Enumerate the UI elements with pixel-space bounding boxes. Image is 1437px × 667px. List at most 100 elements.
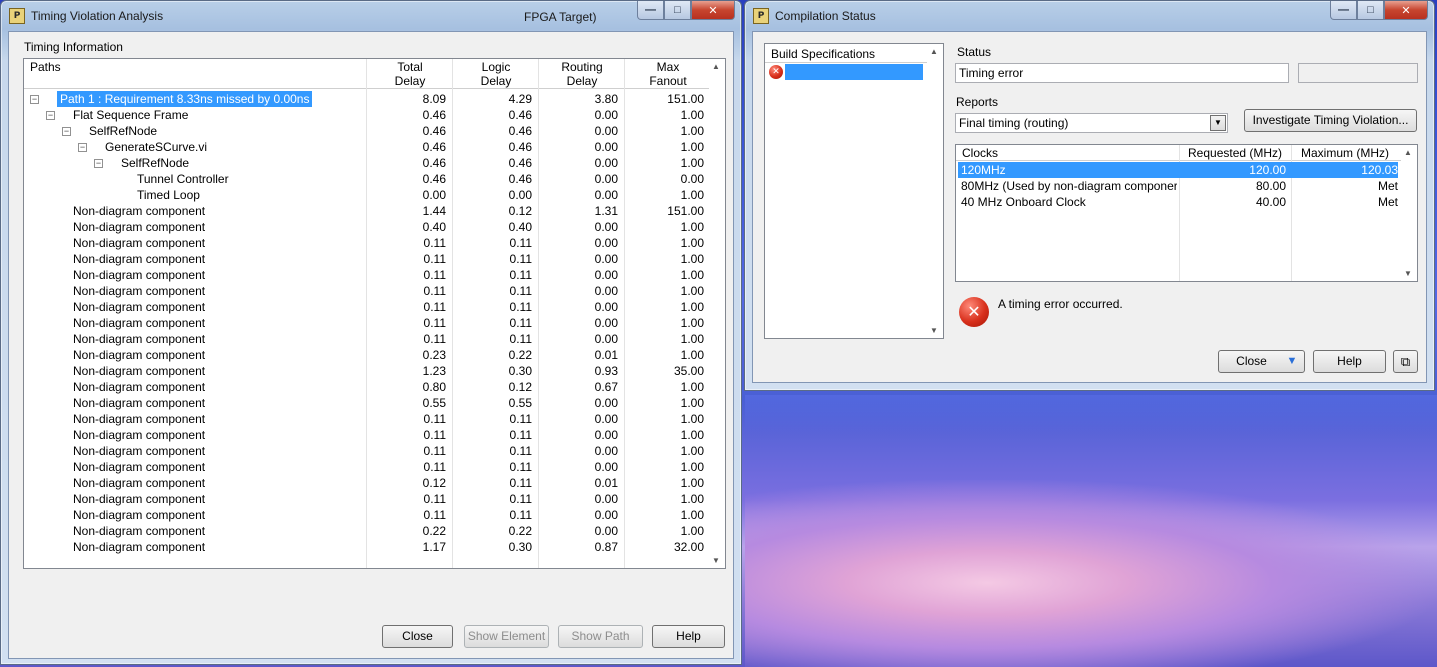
- table-row[interactable]: Non-diagram component 0.11 0.11 0.00 1.00: [24, 507, 710, 523]
- table-row[interactable]: Non-diagram component 0.11 0.11 0.00 1.00: [24, 411, 710, 427]
- investigate-timing-violation-button[interactable]: Investigate Timing Violation...: [1244, 109, 1417, 132]
- logic-value: 0.11: [509, 428, 532, 442]
- close-button[interactable]: Close ▼: [1218, 350, 1305, 373]
- table-row[interactable]: − SelfRefNode 0.46 0.46 0.00 1.00: [24, 155, 710, 171]
- scroll-up-icon[interactable]: ▲: [1404, 148, 1412, 157]
- table-row[interactable]: Non-diagram component 1.44 0.12 1.31 151.00: [24, 203, 710, 219]
- clock-row[interactable]: 80MHz (Used by non-diagram componer 80.00…: [958, 178, 1398, 194]
- table-row[interactable]: Non-diagram component 0.11 0.11 0.00 1.00: [24, 315, 710, 331]
- minimize-icon[interactable]: —: [1330, 1, 1357, 20]
- table-row[interactable]: Non-diagram component 0.55 0.55 0.00 1.00: [24, 395, 710, 411]
- routing-value: 0.00: [594, 108, 618, 122]
- routing-value: 0.00: [594, 412, 618, 426]
- table-row[interactable]: Non-diagram component 0.11 0.11 0.00 1.00: [24, 283, 710, 299]
- maximize-icon[interactable]: □: [1357, 1, 1384, 20]
- collapse-icon[interactable]: −: [30, 95, 39, 104]
- logic-value: 0.11: [509, 236, 532, 250]
- table-row[interactable]: Non-diagram component 0.11 0.11 0.00 1.00: [24, 459, 710, 475]
- compilation-titlebar[interactable]: P Compilation Status — □ ✕: [745, 1, 1434, 31]
- table-row[interactable]: Non-diagram component 1.17 0.30 0.87 32.00: [24, 539, 710, 555]
- collapse-icon[interactable]: −: [46, 111, 55, 120]
- total-value: 0.55: [422, 396, 446, 410]
- copy-icon[interactable]: ⧉: [1393, 350, 1418, 373]
- compilation-status-window: P Compilation Status — □ ✕ Build Specifi…: [744, 0, 1435, 391]
- total-value: 0.12: [422, 476, 446, 490]
- table-row[interactable]: Non-diagram component 0.11 0.11 0.00 1.00: [24, 235, 710, 251]
- close-icon[interactable]: ✕: [1384, 1, 1428, 20]
- path-name: Non-diagram component: [73, 412, 206, 426]
- collapse-icon[interactable]: −: [94, 159, 103, 168]
- help-button[interactable]: Help: [652, 625, 725, 648]
- col-header-routing-delay[interactable]: Routing Delay: [539, 59, 625, 89]
- table-row[interactable]: − Path 1 : Requirement 8.33ns missed by 0…: [24, 91, 710, 107]
- table-row[interactable]: Non-diagram component 0.23 0.22 0.01 1.00: [24, 347, 710, 363]
- logic-value: 0.12: [508, 204, 532, 218]
- table-row[interactable]: Non-diagram component 0.11 0.11 0.00 1.00: [24, 427, 710, 443]
- fanout-value: 0.00: [680, 172, 704, 186]
- build-spec-item[interactable]: ✕: [767, 64, 924, 80]
- table-row[interactable]: Non-diagram component 0.40 0.40 0.00 1.00: [24, 219, 710, 235]
- scroll-up-icon[interactable]: ▲: [930, 47, 938, 56]
- table-row[interactable]: Non-diagram component 0.11 0.11 0.00 1.00: [24, 491, 710, 507]
- table-row[interactable]: − Flat Sequence Frame 0.46 0.46 0.00 1.00: [24, 107, 710, 123]
- table-row[interactable]: Non-diagram component 1.23 0.30 0.93 35.00: [24, 363, 710, 379]
- build-specifications-list[interactable]: Build Specifications ✕ ▲ ▼: [764, 43, 944, 339]
- path-name: Tunnel Controller: [137, 172, 229, 186]
- col-header-requested[interactable]: Requested (MHz): [1188, 146, 1282, 160]
- table-row[interactable]: Non-diagram component 0.11 0.11 0.00 1.00: [24, 299, 710, 315]
- close-icon[interactable]: ✕: [691, 1, 735, 20]
- collapse-icon[interactable]: −: [62, 127, 71, 136]
- table-row[interactable]: Non-diagram component 0.11 0.11 0.00 1.00: [24, 443, 710, 459]
- paths-vertical-scrollbar[interactable]: ▲ ▼: [709, 59, 725, 568]
- show-path-button[interactable]: Show Path: [558, 625, 643, 648]
- total-value: 0.22: [422, 524, 446, 538]
- maximize-icon[interactable]: □: [664, 1, 691, 20]
- reports-dropdown[interactable]: Final timing (routing) ▼: [955, 113, 1228, 133]
- clock-row[interactable]: 40 MHz Onboard Clock 40.00 Met: [958, 194, 1398, 210]
- path-name: Non-diagram component: [73, 348, 206, 362]
- col-header-logic-delay[interactable]: Logic Delay: [453, 59, 539, 89]
- collapse-icon[interactable]: −: [78, 143, 87, 152]
- table-row[interactable]: Non-diagram component 0.12 0.11 0.01 1.00: [24, 475, 710, 491]
- table-row[interactable]: Timed Loop 0.00 0.00 0.00 1.00: [24, 187, 710, 203]
- close-button-label: Close: [1236, 354, 1267, 368]
- help-button[interactable]: Help: [1313, 350, 1386, 373]
- fanout-value: 1.00: [680, 284, 704, 298]
- table-row[interactable]: − SelfRefNode 0.46 0.46 0.00 1.00: [24, 123, 710, 139]
- scroll-down-icon[interactable]: ▼: [1404, 269, 1412, 278]
- table-row[interactable]: − GenerateSCurve.vi 0.46 0.46 0.00 1.00: [24, 139, 710, 155]
- col-header-clocks[interactable]: Clocks: [962, 146, 998, 160]
- table-row[interactable]: Tunnel Controller 0.46 0.46 0.00 0.00: [24, 171, 710, 187]
- col-header-max-fanout[interactable]: Max Fanout: [625, 59, 711, 89]
- timing-titlebar[interactable]: P Timing Violation Analysis FPGA Target)…: [1, 1, 741, 31]
- table-row[interactable]: Non-diagram component 0.11 0.11 0.00 1.00: [24, 267, 710, 283]
- scroll-down-icon[interactable]: ▼: [930, 326, 938, 335]
- col-header-total-delay[interactable]: Total Delay: [367, 59, 453, 89]
- col-header-paths[interactable]: Paths: [30, 59, 360, 89]
- total-value: 0.46: [422, 140, 446, 154]
- clock-row[interactable]: 120MHz 120.00 120.03: [958, 162, 1398, 178]
- table-row[interactable]: Non-diagram component 0.80 0.12 0.67 1.00: [24, 379, 710, 395]
- paths-tree[interactable]: Paths Total Delay Logic Delay Routing De…: [23, 58, 726, 569]
- scroll-down-icon[interactable]: ▼: [712, 556, 720, 565]
- close-options-icon[interactable]: ▼: [1282, 352, 1302, 371]
- clocks-scrollbar[interactable]: ▲ ▼: [1401, 145, 1417, 281]
- routing-value: 0.00: [594, 156, 618, 170]
- minimize-icon[interactable]: —: [637, 1, 664, 20]
- table-row[interactable]: Non-diagram component 0.11 0.11 0.00 1.00: [24, 251, 710, 267]
- path-name: Non-diagram component: [73, 332, 206, 346]
- table-row[interactable]: Non-diagram component 0.22 0.22 0.00 1.00: [24, 523, 710, 539]
- scroll-up-icon[interactable]: ▲: [712, 62, 720, 71]
- show-element-button[interactable]: Show Element: [464, 625, 549, 648]
- close-button[interactable]: Close: [382, 625, 453, 648]
- chevron-down-icon[interactable]: ▼: [1210, 115, 1226, 131]
- col-header-maximum[interactable]: Maximum (MHz): [1301, 146, 1389, 160]
- path-name: Non-diagram component: [73, 492, 206, 506]
- total-value: 1.23: [422, 364, 446, 378]
- build-specs-scrollbar[interactable]: ▲ ▼: [927, 44, 943, 338]
- table-row[interactable]: Non-diagram component 0.11 0.11 0.00 1.00: [24, 331, 710, 347]
- total-value: 1.44: [422, 204, 446, 218]
- clocks-table[interactable]: Clocks Requested (MHz) Maximum (MHz) 120…: [955, 144, 1418, 282]
- routing-value: 0.01: [594, 476, 618, 490]
- path-name: Non-diagram component: [73, 428, 206, 442]
